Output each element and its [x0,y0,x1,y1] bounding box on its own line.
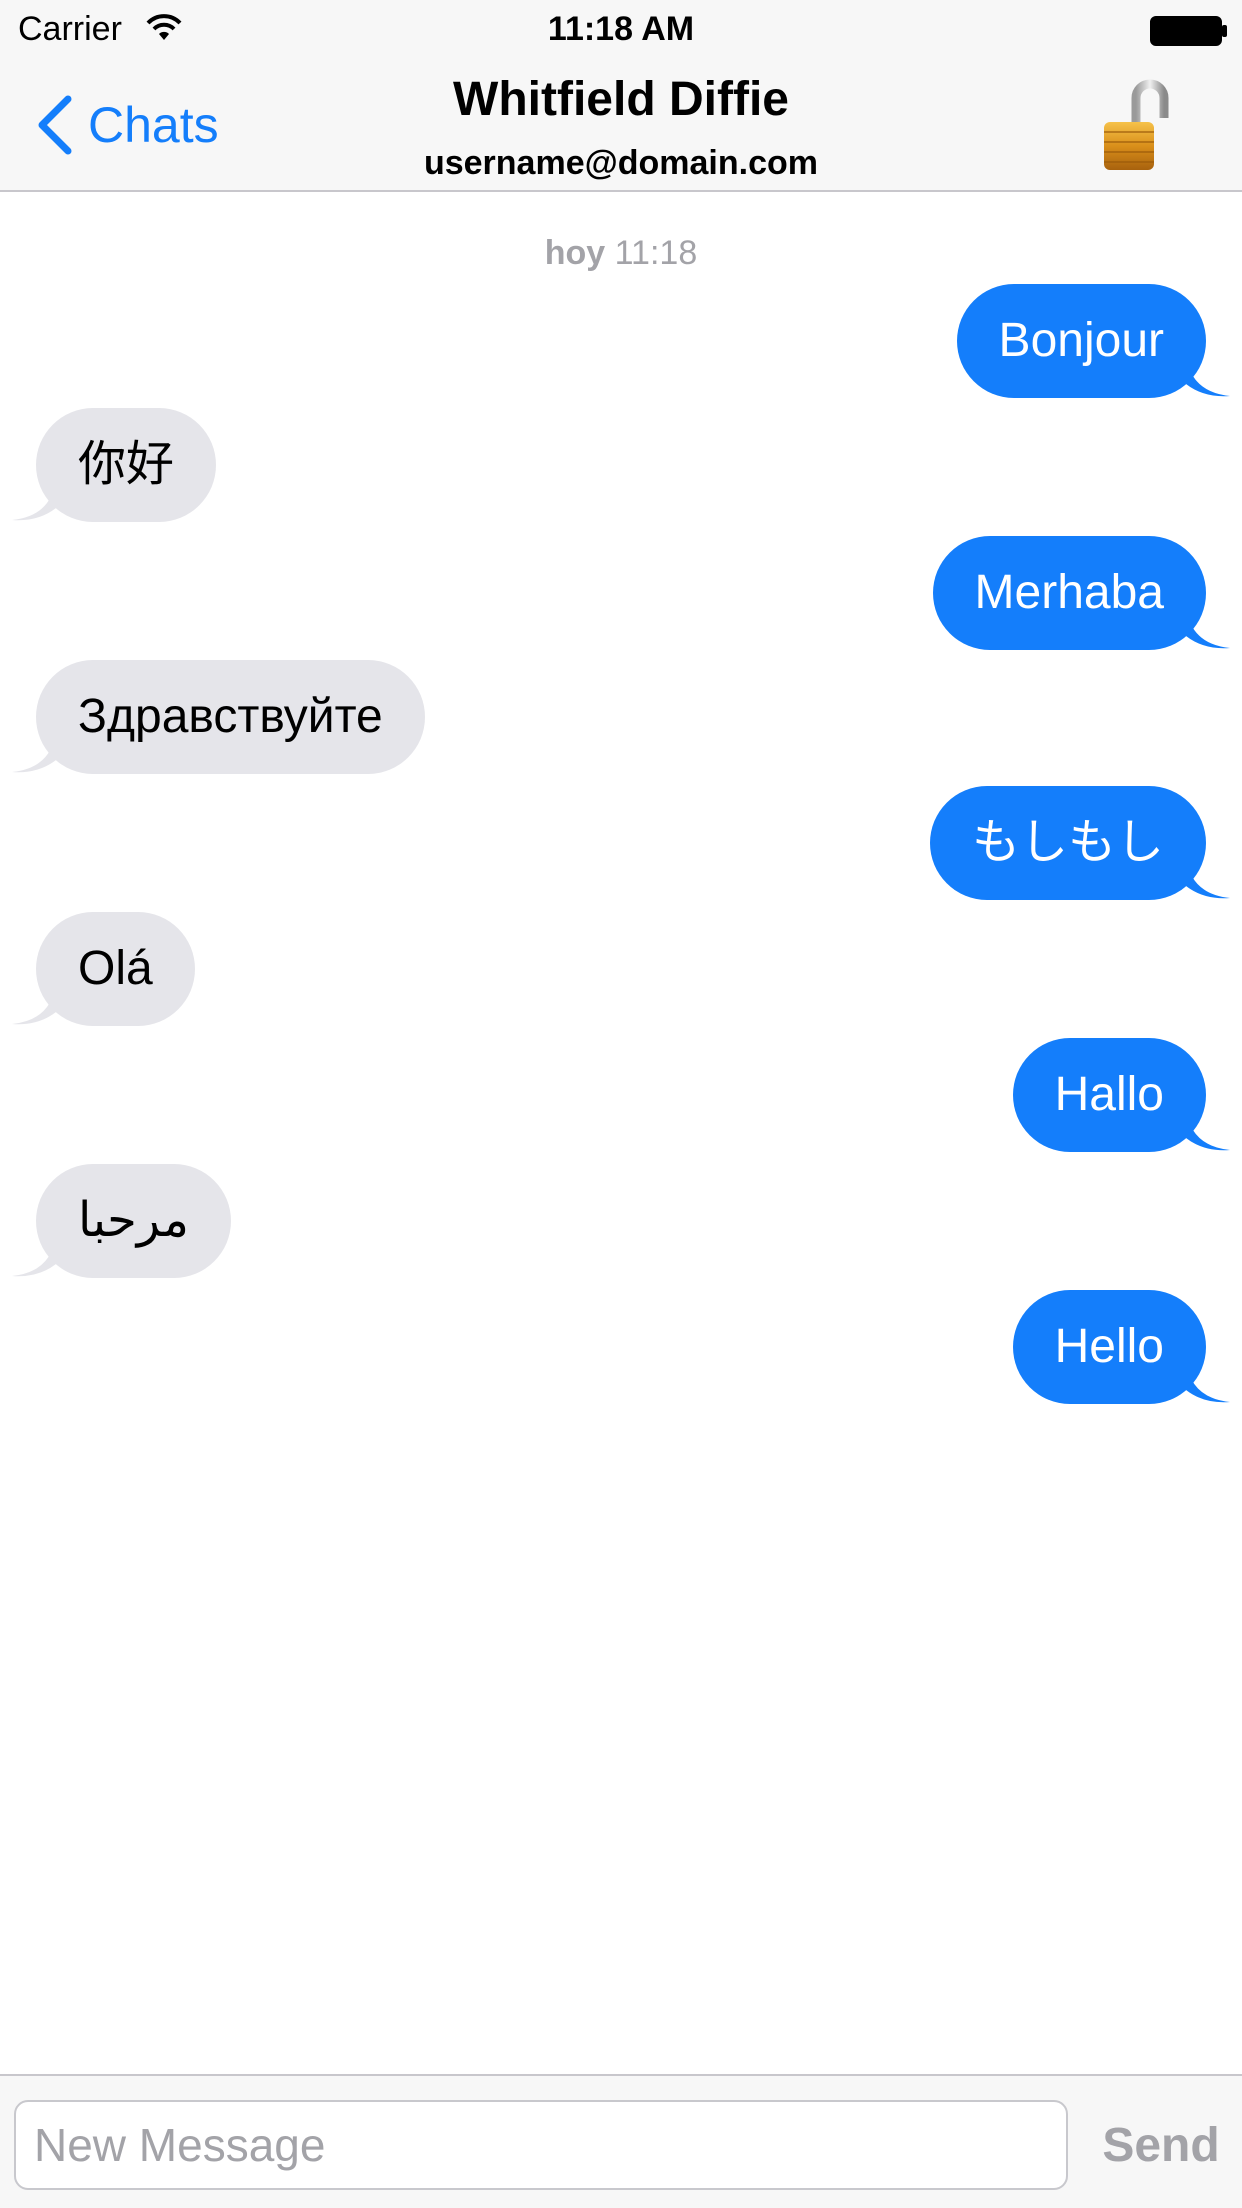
message-text: Здравствуйте [78,690,383,743]
incoming-message-bubble[interactable]: مرحبا [12,1164,231,1278]
navigation-bar: Chats Whitfield Diffie username@domain.c… [0,60,1242,192]
message-text: Olá [78,942,153,995]
new-message-input[interactable] [14,2100,1068,2190]
chat-screen: Carrier 11:18 AM Chats Whitfield Diffie … [0,0,1242,2208]
outgoing-message-bubble[interactable]: もしもし [929,786,1230,900]
bubble-tail [1186,1108,1230,1151]
message-text: Hello [1054,1320,1164,1373]
outgoing-message-bubble[interactable]: Merhaba [932,536,1230,650]
outgoing-message-bubble[interactable]: Bonjour [956,284,1230,398]
bubble-tail [1186,856,1230,899]
bubble-tail [1186,606,1230,649]
message-thread[interactable]: hoy 11:18 Bonjour 你好 Merhaba Здравствуйт… [0,194,1242,2074]
thread-timestamp: hoy 11:18 [0,234,1242,273]
send-button[interactable]: Send [1086,2100,1236,2190]
bubble-tail [12,478,56,521]
open-padlock-icon[interactable] [1098,78,1178,174]
status-bar: Carrier 11:18 AM [0,0,1242,60]
bubble-tail [12,982,56,1025]
timestamp-day: hoy [544,234,606,272]
contact-address: username@domain.com [423,144,819,182]
contact-name: Whitfield Diffie [453,73,789,126]
battery-icon [1150,16,1227,46]
incoming-message-bubble[interactable]: 你好 [12,408,217,522]
message-text: 你好 [78,438,175,491]
outgoing-message-bubble[interactable]: Hallo [1012,1038,1230,1152]
bubble-tail [12,1234,56,1277]
message-text: مرحبا [78,1194,189,1247]
status-time: 11:18 AM [547,10,695,48]
outgoing-message-bubble[interactable]: Hello [1012,1290,1230,1404]
bubble-tail [12,730,56,773]
message-text: Merhaba [974,566,1164,619]
bubble-tail [1186,354,1230,397]
bubble-tail [1186,1360,1230,1403]
message-text: もしもし [971,816,1164,869]
message-text: Bonjour [998,314,1164,367]
timestamp-time: 11:18 [614,234,698,272]
incoming-message-bubble[interactable]: Olá [12,912,195,1026]
incoming-message-bubble[interactable]: Здравствуйте [12,660,425,774]
message-text: Hallo [1054,1068,1164,1121]
message-composer: Send [0,2074,1242,2208]
